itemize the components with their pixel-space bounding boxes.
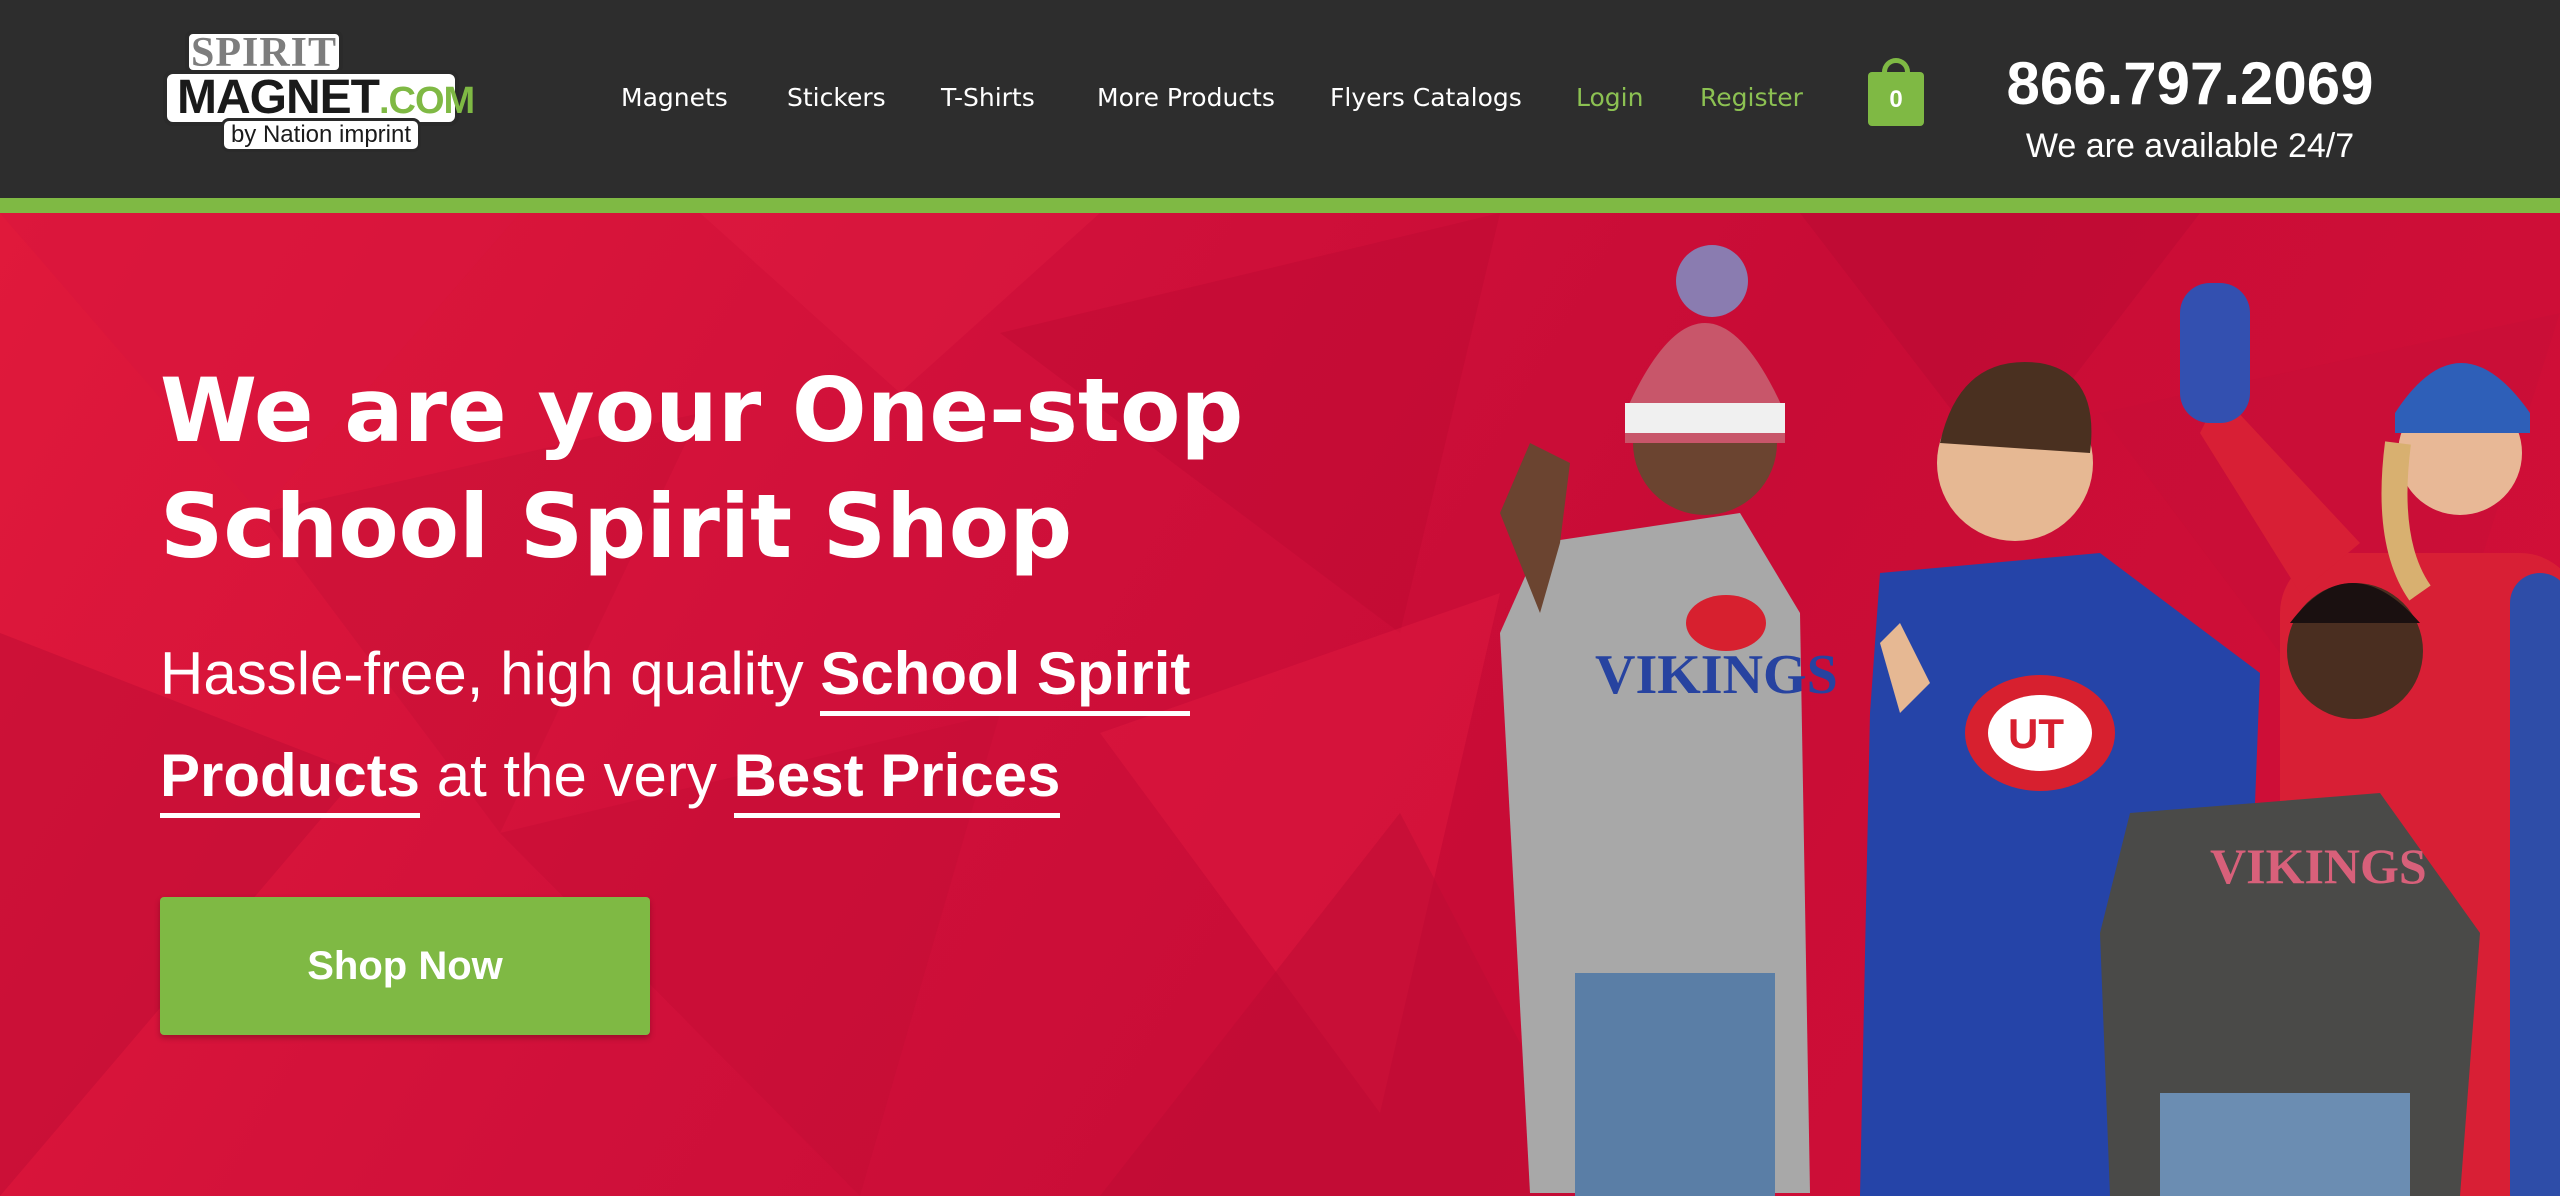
nav-item-login[interactable]: Login: [1576, 78, 1643, 118]
hero-sub-text-2: at the very: [420, 742, 734, 809]
header-accent-bar: [0, 198, 2560, 213]
cart-button[interactable]: 0: [1868, 58, 1924, 126]
nav-item-register[interactable]: Register: [1700, 78, 1803, 118]
hero-headline-line2: School Spirit Shop: [160, 475, 1073, 578]
hero-models-image: VIKINGS UT VIKINGS: [1500, 245, 2560, 1196]
hero-sub-highlight-2: Best Prices: [733, 742, 1061, 818]
hero-headline-line1: We are your One-stop: [160, 359, 1244, 462]
shop-now-button[interactable]: Shop Now: [160, 897, 650, 1035]
nav-item-more-products[interactable]: More Products: [1097, 78, 1275, 118]
nav-item-t-shirts[interactable]: T-Shirts: [941, 78, 1035, 118]
nav-item-flyers-catalogs[interactable]: Flyers Catalogs: [1330, 78, 1522, 118]
site-header: SPIRIT MAGNET.COM by Nation imprint Magn…: [0, 0, 2560, 198]
logo-magnet-word: MAGNET: [177, 71, 380, 124]
cart-count-badge: 0: [1868, 72, 1924, 126]
hero-sub-highlight-1b: Products: [160, 742, 421, 818]
logo-tagline: by Nation imprint: [221, 118, 421, 152]
site-logo[interactable]: SPIRIT MAGNET.COM by Nation imprint: [163, 30, 475, 152]
availability-text: We are available 24/7: [2025, 127, 2355, 165]
nav-item-stickers[interactable]: Stickers: [787, 78, 886, 118]
logo-spirit-text: SPIRIT: [185, 30, 343, 74]
hero-sub-highlight-1a: School Spirit: [820, 640, 1191, 716]
hero-banner: We are your One-stop School Spirit Shop …: [0, 213, 2560, 1196]
hero-subheadline: Hassle-free, high quality School Spirit P…: [160, 623, 1260, 827]
hero-sub-text-1: Hassle-free, high quality: [160, 640, 821, 707]
logo-com-suffix: .COM: [378, 80, 475, 122]
nav-item-magnets[interactable]: Magnets: [621, 78, 728, 118]
ut-logo-print: UT: [2008, 710, 2064, 757]
person-gray-hoodie: VIKINGS: [1500, 245, 1838, 1196]
vikings-print-2: VIKINGS: [2210, 838, 2427, 894]
phone-number[interactable]: 866.797.2069: [2000, 48, 2380, 120]
hero-headline: We are your One-stop School Spirit Shop: [160, 353, 1360, 585]
vikings-print-1: VIKINGS: [1595, 644, 1838, 706]
